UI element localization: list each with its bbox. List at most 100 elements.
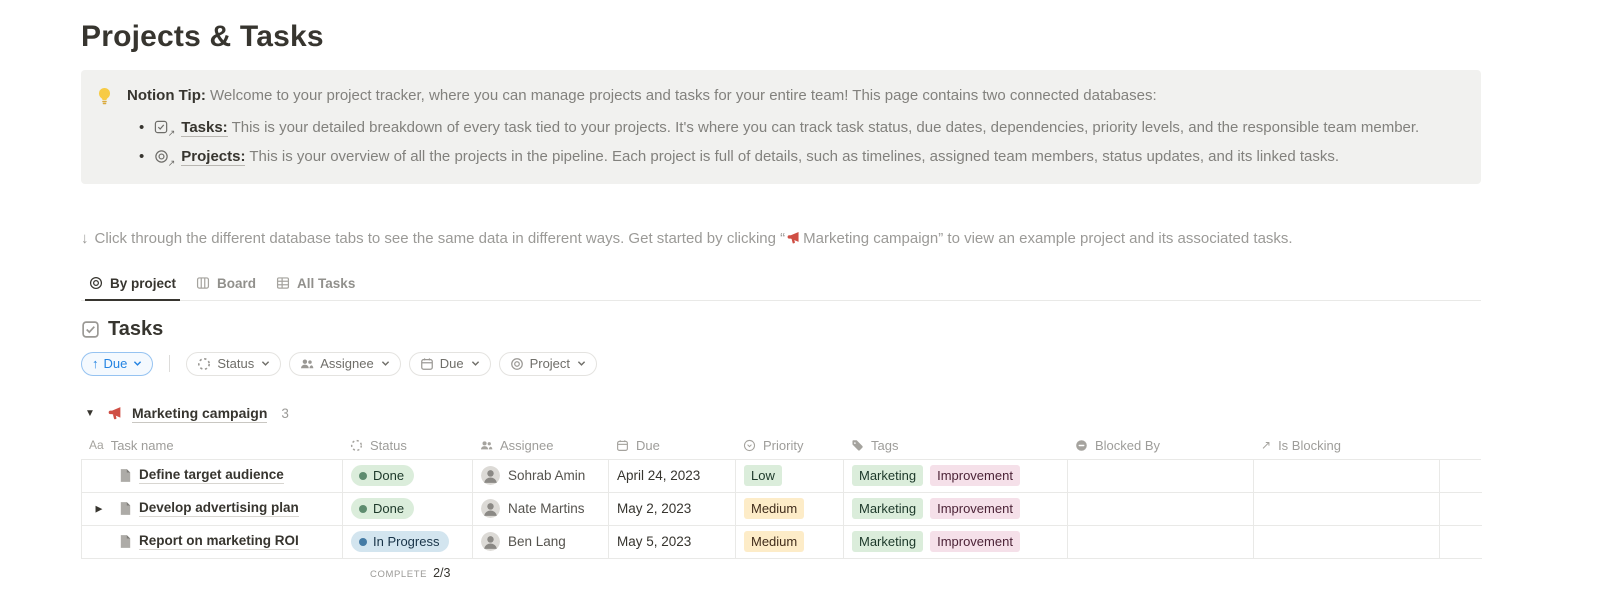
tag-pill: Marketing [852,498,923,520]
row-expand-toggle[interactable]: ▶ [92,503,106,514]
callout-bullet-tasks: • ↗ Tasks: This is your detailed breakdo… [139,117,1419,140]
tab-label: All Tasks [297,276,355,291]
filter-label: Assignee [320,356,373,371]
task-title: Develop advertising plan [139,500,299,517]
filter-pill-assignee[interactable]: Assignee [289,352,400,376]
task-name-cell[interactable]: Report on marketing ROI [82,526,343,559]
bullet-dot: • [139,146,144,169]
sort-label: Due [104,356,128,371]
due-cell[interactable]: April 24, 2023 [609,460,736,493]
column-header-assignee[interactable]: Assignee [472,432,608,460]
status-dot-icon [359,538,367,546]
tasks-section-header: Tasks [81,318,1481,341]
tab-label: Board [217,276,256,291]
callout-tip-line: Notion Tip: Welcome to your project trac… [127,85,1419,108]
megaphone-icon [787,231,801,249]
column-header-blocked-by[interactable]: Blocked By [1067,432,1253,460]
people-icon [480,439,493,452]
blocked-by-cell[interactable] [1068,526,1254,559]
tags-cell[interactable]: MarketingImprovement [844,460,1068,493]
due-cell[interactable]: May 2, 2023 [609,493,736,526]
tasks-db-link[interactable]: Tasks: [181,119,227,137]
due-cell[interactable]: May 5, 2023 [609,526,736,559]
tags-cell[interactable]: MarketingImprovement [844,493,1068,526]
is-blocking-cell[interactable] [1254,493,1440,526]
instruction-text-before: Click through the different database tab… [95,230,786,247]
projects-db-link[interactable]: Projects: [181,148,245,166]
column-header-tags[interactable]: Tags [843,432,1067,460]
blocked-by-cell[interactable] [1068,460,1254,493]
group-collapse-toggle[interactable]: ▼ [85,408,99,419]
text-property-icon: Aa [89,438,104,452]
assignee-name: Ben Lang [508,534,566,549]
status-dot-icon [359,472,367,480]
status-cell[interactable]: Done [343,493,473,526]
tab-all-tasks[interactable]: All Tasks [268,270,363,300]
notion-tip-callout: Notion Tip: Welcome to your project trac… [81,70,1481,184]
assignee-cell[interactable]: Ben Lang [473,526,609,559]
status-spinner-icon [350,439,363,452]
column-label: Priority [763,438,803,453]
column-label: Status [370,438,407,453]
section-title: Tasks [108,318,163,341]
priority-cell[interactable]: Medium [736,493,844,526]
column-label: Due [636,438,660,453]
column-header-task-name[interactable]: AaTask name [81,432,342,460]
tag-pill: Marketing [852,465,923,487]
sort-pill-due[interactable]: ↑ Due [81,352,153,376]
megaphone-icon [108,406,123,421]
arrow-up-right-icon: ↗ [1261,438,1271,452]
database-view-tabs: By project Board All Tasks [81,270,1481,301]
calendar-icon [420,357,434,371]
table-calculation-complete[interactable]: COMPLETE 2/3 [370,559,1481,580]
is-blocking-cell[interactable] [1254,526,1440,559]
column-header-status[interactable]: Status [342,432,472,460]
chevron-down-icon [471,360,480,367]
is-blocking-cell[interactable] [1254,460,1440,493]
calendar-icon [616,439,629,452]
status-cell[interactable]: Done [343,460,473,493]
chevron-down-icon [261,360,270,367]
bullet-projects-text: This is your overview of all the project… [245,148,1339,165]
project-group-header: ▼ Marketing campaign 3 [81,405,1481,423]
filter-pill-due[interactable]: Due [409,352,491,376]
column-header-due[interactable]: Due [608,432,735,460]
status-cell[interactable]: In Progress [343,526,473,559]
column-header-is-blocking[interactable]: ↗Is Blocking [1253,432,1439,460]
tags-cell[interactable]: MarketingImprovement [844,526,1068,559]
callout-tip-text: Welcome to your project tracker, where y… [206,87,1157,104]
row-spacer-cell [1440,526,1482,559]
filter-label: Due [440,356,464,371]
blocked-by-cell[interactable] [1068,493,1254,526]
priority-cell[interactable]: Low [736,460,844,493]
table-body: Define target audience Done Sohrab Amin … [81,460,1481,559]
due-date: May 2, 2023 [617,501,691,516]
column-label: Blocked By [1095,438,1160,453]
column-label: Tags [871,438,898,453]
priority-cell[interactable]: Medium [736,526,844,559]
assignee-name: Nate Martins [508,501,585,516]
avatar [481,466,500,485]
tab-board[interactable]: Board [188,270,264,300]
table-icon [276,276,290,290]
assignee-cell[interactable]: Nate Martins [473,493,609,526]
filter-pill-status[interactable]: Status [186,352,281,376]
assignee-cell[interactable]: Sohrab Amin [473,460,609,493]
bullet-tasks-text: This is your detailed breakdown of every… [228,119,1420,136]
tab-label: By project [110,276,176,291]
target-icon [510,357,524,371]
project-group-link[interactable]: Marketing campaign [132,405,267,423]
tab-by-project[interactable]: By project [81,270,184,300]
task-name-cell[interactable]: ▶ Develop advertising plan [82,493,343,526]
tag-pill: Marketing [852,531,923,553]
column-header-spacer [1439,432,1481,460]
column-label: Assignee [500,438,553,453]
task-name-cell[interactable]: Define target audience [82,460,343,493]
status-label: In Progress [373,534,439,549]
bullet-text: Projects: This is your overview of all t… [181,146,1339,169]
task-title: Report on marketing ROI [139,533,299,550]
filter-pill-project[interactable]: Project [499,352,597,376]
bullet-dot: • [139,117,144,140]
callout-body: Notion Tip: Welcome to your project trac… [127,85,1419,169]
column-header-priority[interactable]: Priority [735,432,843,460]
